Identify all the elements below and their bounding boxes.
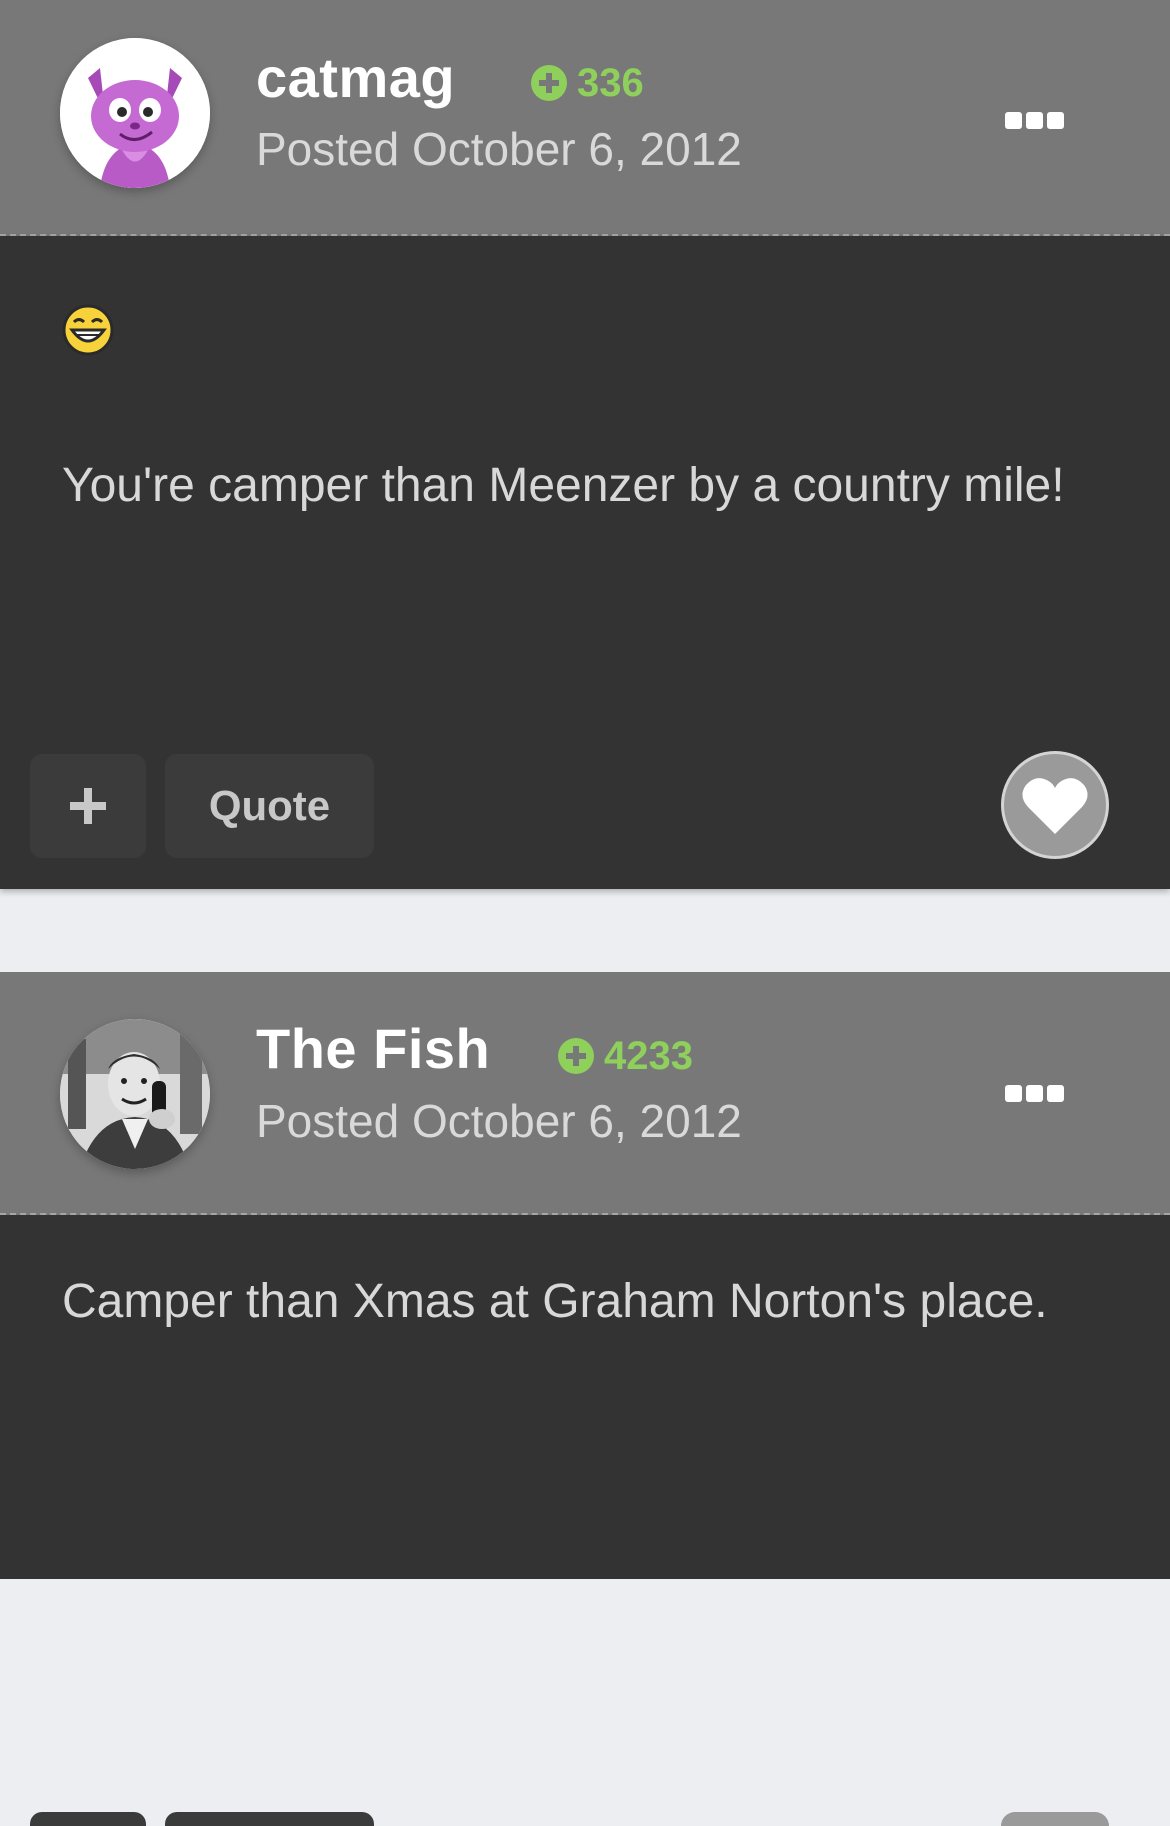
man-on-telephone-avatar-icon <box>60 1019 210 1169</box>
post-header: catmag 336 Posted October 6, 2012 <box>0 0 1170 236</box>
username[interactable]: The Fish <box>256 1019 490 1079</box>
add-reaction-button[interactable] <box>30 754 146 858</box>
reputation-count: 4233 <box>604 1034 693 1078</box>
laughing-smiley-icon <box>62 304 114 356</box>
post-catmag: catmag 336 Posted October 6, 2012 You're… <box>0 0 1170 889</box>
post-message: You're camper than Meenzer by a country … <box>62 459 1065 512</box>
like-button[interactable] <box>1001 751 1109 859</box>
post-date: Posted October 6, 2012 <box>256 123 742 175</box>
post-message: Camper than Xmas at Graham Norton's plac… <box>62 1275 1048 1328</box>
username[interactable]: catmag <box>256 48 455 108</box>
like-button[interactable] <box>1001 1812 1109 1826</box>
avatar[interactable] <box>60 1019 210 1169</box>
more-options-icon[interactable] <box>1005 1085 1065 1105</box>
add-reaction-button[interactable] <box>30 1812 146 1826</box>
more-options-icon[interactable] <box>1005 112 1065 132</box>
heart-icon <box>1022 778 1088 834</box>
avatar[interactable] <box>60 38 210 188</box>
reputation-badge: 336 <box>531 61 644 105</box>
reputation-count: 336 <box>577 61 644 105</box>
post-date: Posted October 6, 2012 <box>256 1095 742 1147</box>
reputation-badge: 4233 <box>558 1034 693 1078</box>
plus-circle-icon <box>531 65 567 101</box>
post-the-fish: The Fish 4233 Posted October 6, 2012 Cam… <box>0 972 1170 1826</box>
quote-button[interactable]: Quote <box>165 754 374 858</box>
quote-button[interactable] <box>165 1812 374 1826</box>
plus-icon <box>70 788 106 824</box>
pink-cat-avatar-icon <box>60 38 210 188</box>
post-header: The Fish 4233 Posted October 6, 2012 <box>0 972 1170 1215</box>
post-body: Camper than Xmas at Graham Norton's plac… <box>0 1215 1170 1826</box>
plus-circle-icon <box>558 1038 594 1074</box>
post-body: You're camper than Meenzer by a country … <box>0 236 1170 889</box>
